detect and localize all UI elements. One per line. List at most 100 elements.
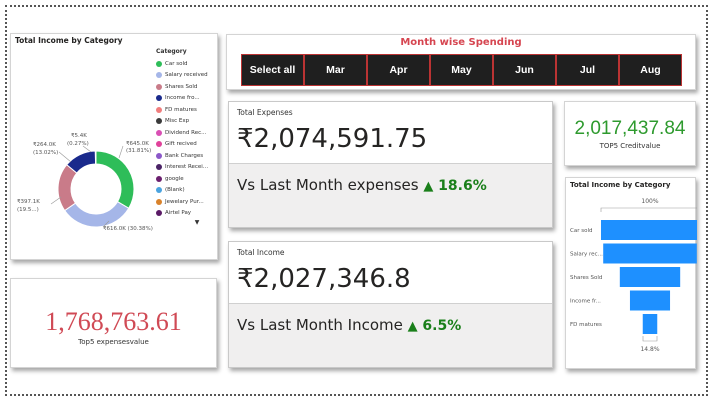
legend-marker (156, 72, 162, 79)
kpi-label: Total Expenses (237, 108, 293, 117)
legend-label: Bank Charges (165, 152, 204, 159)
month-button-aug[interactable]: Aug (619, 54, 682, 86)
total-income-card: Total Income ₹2,027,346.8 Vs Last Month … (228, 241, 553, 368)
legend-label: Income fro... (165, 95, 200, 102)
kpi-label: Total Income (237, 248, 285, 257)
legend-label: Car sold (165, 60, 188, 67)
legend-item[interactable]: Bank Charges (156, 150, 218, 162)
legend-label: Salary received (165, 72, 208, 79)
legend-scroll-down-icon[interactable]: ▼ (156, 219, 218, 226)
legend-item[interactable]: Gift recived (156, 139, 218, 151)
month-button-mar[interactable]: Mar (304, 54, 367, 86)
donut-slice-1[interactable] (63, 200, 130, 228)
legend-label: Misc Exp (165, 118, 190, 125)
comparison-percent: 18.6% (438, 178, 487, 194)
kpi-comparison: Vs Last Month Income ▲ 6.5% (237, 316, 461, 334)
credit-caption: TOP5 Creditvalue (599, 142, 661, 150)
total-expenses-card: Total Expenses ₹2,074,591.75 Vs Last Mon… (228, 101, 553, 228)
legend-item[interactable]: Airtel Pay (156, 208, 218, 220)
expenses-value: 1,768,763.61 (45, 307, 182, 336)
legend-item[interactable]: Salary received (156, 70, 218, 82)
legend-item[interactable]: google (156, 173, 218, 185)
month-button-may[interactable]: May (430, 54, 493, 86)
comparison-text: Vs Last Month expenses (237, 176, 419, 194)
legend-title: Category (156, 48, 187, 55)
funnel-svg[interactable]: 100% Car sold Salary rec... Shares Sold Inco… (566, 178, 697, 370)
legend-label: Interest Recei... (165, 164, 209, 171)
month-button-jul[interactable]: Jul (556, 54, 619, 86)
month-slicer: Month wise Spending Select all Mar Apr May J… (226, 34, 696, 90)
funnel-bar-2[interactable] (619, 267, 681, 287)
funnel-category-label: Car sold (570, 228, 592, 234)
legend-marker (156, 152, 162, 159)
legend-marker (156, 118, 162, 125)
funnel-bar-0[interactable] (601, 220, 697, 240)
legend-marker (156, 210, 162, 217)
up-arrow-icon: ▲ (407, 319, 418, 334)
legend-label: FD matures (165, 106, 197, 113)
legend-marker (156, 83, 162, 90)
legend-marker (156, 198, 162, 205)
income-funnel-chart[interactable]: Total Income by Category 100% Car sold Sal… (565, 177, 697, 370)
month-button-apr[interactable]: Apr (367, 54, 430, 86)
data-label: (31.81%) (126, 148, 151, 154)
chart-legend: Category Car sold Salary received Shares S… (156, 48, 218, 226)
month-buttons: Select all Mar Apr May Jun Jul Aug (241, 54, 682, 86)
data-label: ₹5.4K (71, 132, 87, 139)
legend-marker (156, 175, 162, 182)
funnel-bar-3[interactable] (629, 290, 671, 311)
comparison-text: Vs Last Month Income (237, 316, 403, 334)
slicer-title: Month wise Spending (400, 37, 522, 48)
legend-label: Jewelary Pur... (165, 198, 204, 205)
donut-slice-2[interactable] (57, 164, 78, 212)
legend-marker (156, 164, 162, 171)
funnel-bracket-top (600, 207, 697, 212)
month-button-select-all[interactable]: Select all (241, 54, 304, 86)
month-button-jun[interactable]: Jun (493, 54, 556, 86)
legend-item[interactable]: Dividend Rec... (156, 127, 218, 139)
funnel-top-label: 100% (641, 198, 658, 205)
leader-line (58, 151, 72, 163)
donut-svg[interactable]: ₹645.0K(31.81%) ₹616.0K (30.38%) ₹397.1K (1… (11, 34, 156, 259)
legend-item[interactable]: Interest Recei... (156, 162, 218, 174)
leader-line (118, 145, 124, 159)
legend-item[interactable]: FD matures (156, 104, 218, 116)
legend-marker (156, 60, 162, 67)
comparison-percent: 6.5% (422, 318, 462, 334)
legend-item[interactable]: Shares Sold (156, 81, 218, 93)
funnel-bottom-label: 14.8% (640, 346, 659, 353)
funnel-bar-4[interactable] (642, 314, 658, 334)
kpi-value: ₹2,027,346.8 (237, 264, 411, 294)
funnel-bar-1[interactable] (603, 243, 697, 264)
legend-label: google (165, 175, 184, 182)
legend-marker (156, 141, 162, 148)
legend-item[interactable]: (Blank) (156, 185, 218, 197)
kpi-value: ₹2,074,591.75 (237, 124, 428, 154)
legend-marker (156, 129, 162, 136)
legend-item[interactable]: Jewelary Pur... (156, 196, 218, 208)
funnel-category-label: Shares Sold (570, 275, 602, 281)
legend-label: Shares Sold (165, 83, 198, 90)
legend-marker (156, 187, 162, 194)
data-label: ₹645.0K (126, 140, 149, 147)
expenses-caption: Top5 expensesvalue (78, 338, 149, 346)
income-donut-chart[interactable]: Total Income by Category ₹645.0K (31.81%)… (10, 33, 218, 260)
up-arrow-icon: ▲ (423, 179, 434, 194)
legend-item[interactable]: Misc Exp (156, 116, 218, 128)
top5-credit-card: 2,017,437.84 TOP5 Creditvalue (564, 101, 696, 166)
credit-value: 2,017,437.84 (574, 118, 686, 139)
funnel-category-label: FD matures (570, 322, 602, 328)
kpi-comparison: Vs Last Month expenses ▲ 18.6% (237, 176, 487, 194)
funnel-bracket-bottom (642, 336, 658, 342)
data-label: (13.02%) (33, 150, 58, 156)
funnel-category-label: Salary rec... (570, 252, 603, 258)
legend-item[interactable]: Income fro... (156, 93, 218, 105)
donut-slice-0[interactable] (95, 150, 135, 209)
top5-expenses-card: 1,768,763.61 Top5 expensesvalue (10, 278, 217, 368)
data-label: (19.5...) (17, 207, 39, 213)
legend-marker (156, 106, 162, 113)
data-label: ₹264.0K (33, 141, 56, 148)
donut-slice-4[interactable] (94, 150, 97, 165)
legend-item[interactable]: Car sold (156, 58, 218, 70)
legend-label: Gift recived (165, 141, 197, 148)
